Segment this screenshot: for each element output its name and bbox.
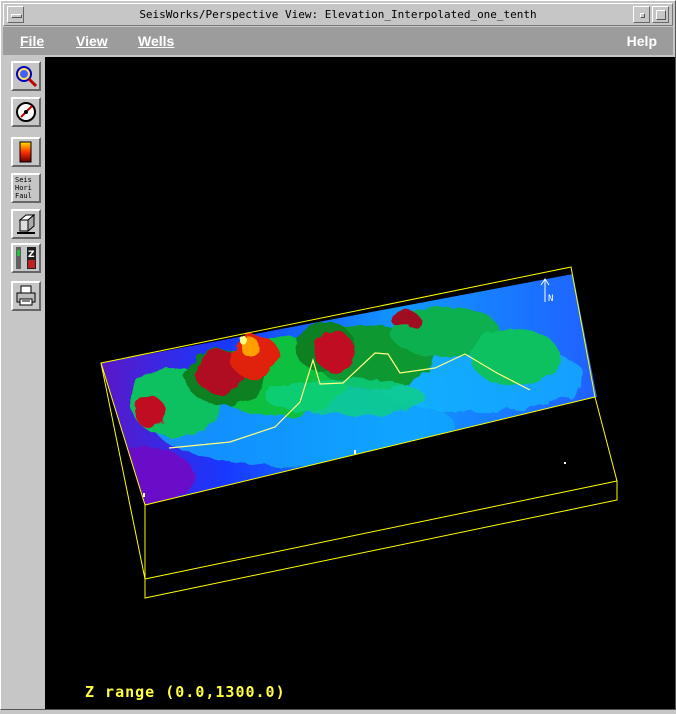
z-letter: Z [28,250,35,260]
menu-wells[interactable]: Wells [138,33,174,49]
cube-icon [17,213,36,234]
north-label: N [548,294,553,304]
compass-dial-icon [16,102,36,122]
printer-icon [16,285,36,306]
menu-file[interactable]: File [20,33,44,49]
colorbar-tool-button[interactable] [11,137,41,167]
title-bar[interactable]: SeisWorks/Perspective View: Elevation_In… [3,3,673,26]
color-scale-icon [19,141,32,163]
tool-palette: Seis Hori Faul Z [3,57,45,709]
tool-line-hori: Hori [15,184,32,192]
perspective-viewport[interactable]: N Z range (0.0,1300.0) [45,57,675,709]
magnifier-icon [16,66,38,88]
zoom-tool-button[interactable] [11,61,41,91]
print-tool-button[interactable] [11,281,41,311]
box-view-tool-button[interactable] [11,209,41,239]
menu-bar: File View Wells Help [3,27,673,55]
tool-line-seis: Seis [15,176,32,184]
application-window: SeisWorks/Perspective View: Elevation_In… [0,0,676,710]
elevation-surface [101,274,597,505]
terrain-3d-view[interactable]: N [45,57,675,709]
tool-line-faul: Faul [15,192,32,200]
display-objects-tool-button[interactable]: Seis Hori Faul [11,173,41,203]
maximize-button[interactable] [652,6,669,23]
minimize-button[interactable] [633,6,650,23]
menu-help[interactable]: Help [627,33,657,49]
z-range-label: Z range (0.0,1300.0) [85,683,286,701]
menu-view[interactable]: View [76,33,108,49]
window-title: SeisWorks/Perspective View: Elevation_In… [139,8,537,21]
z-scale-icon: Z [16,247,36,269]
rotate-tool-button[interactable] [11,97,41,127]
z-scale-tool-button[interactable]: Z [11,243,41,273]
